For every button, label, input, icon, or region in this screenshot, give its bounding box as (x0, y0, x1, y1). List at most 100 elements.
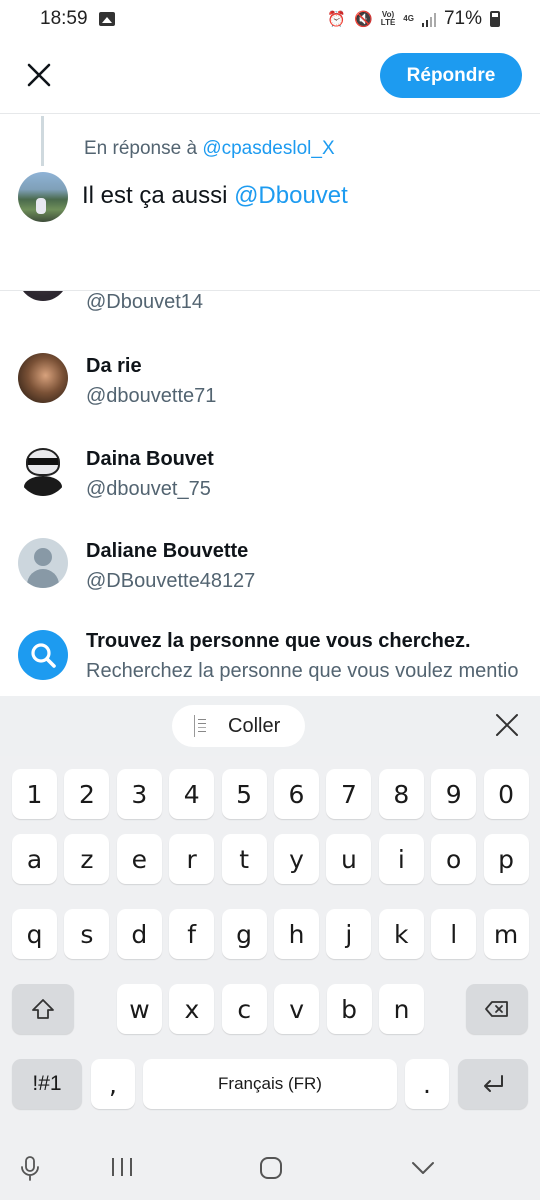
close-button[interactable] (22, 58, 56, 92)
backspace-icon (485, 1001, 508, 1017)
space-key[interactable]: Français (FR) (143, 1059, 397, 1109)
shift-icon (32, 999, 54, 1019)
suggestion-name: Daliane Bouvette (86, 540, 249, 562)
network-gen-indicator: 4G (403, 14, 414, 23)
key-m[interactable]: m (483, 909, 529, 959)
key-j[interactable]: j (326, 909, 372, 959)
key-b[interactable]: b (326, 984, 372, 1034)
close-icon (27, 63, 51, 87)
recent-apps-icon[interactable] (110, 1156, 134, 1178)
paste-label: Coller (228, 715, 281, 737)
chevron-down-icon[interactable] (410, 1156, 436, 1180)
suggestion-handle: @dbouvette71 (86, 385, 217, 407)
comma-key[interactable]: , (91, 1059, 135, 1109)
keyboard: Coller 1234567890 azertyuiop qsdfghjklm … (0, 696, 540, 1136)
tweet-input[interactable]: Il est ça aussi @Dbouvet (82, 182, 348, 210)
suggestion-item[interactable]: Da rie @dbouvette71 (0, 343, 540, 435)
key-s[interactable]: s (64, 909, 110, 959)
status-indicators: ⏰ 🔇 Vo) LTE 4G 71% (327, 8, 500, 30)
status-bar: 18:59 ⏰ 🔇 Vo) LTE 4G 71% (0, 0, 540, 40)
key-k[interactable]: k (378, 909, 424, 959)
period-key[interactable]: . (405, 1059, 449, 1109)
suggestion-handle: @dbouvet_75 (86, 478, 211, 500)
shift-key[interactable] (12, 984, 74, 1034)
clipboard-thumbnail-icon (194, 715, 208, 737)
suggestion-item[interactable]: Daliane Bouvette @DBouvette48127 (0, 528, 540, 620)
key-8[interactable]: 8 (378, 769, 424, 819)
replying-to[interactable]: En réponse à @cpasdeslol_X (84, 138, 335, 160)
suggestion-name: Da rie (86, 355, 142, 377)
key-3[interactable]: 3 (116, 769, 162, 819)
search-icon (18, 630, 68, 680)
key-9[interactable]: 9 (431, 769, 477, 819)
symbols-key[interactable]: !#1 (12, 1059, 82, 1109)
key-c[interactable]: c (221, 984, 267, 1034)
backspace-key[interactable] (466, 984, 528, 1034)
suggestion-name: Daina Bouvet (86, 448, 214, 470)
system-nav-bar (0, 1136, 540, 1200)
my-avatar (18, 172, 68, 222)
thread-line (41, 116, 44, 166)
gallery-notification-icon (99, 12, 115, 26)
signal-icon (421, 12, 436, 27)
search-people-title: Trouvez la personne que vous cherchez. (86, 630, 471, 652)
status-time: 18:59 (40, 8, 88, 29)
key-v[interactable]: v (274, 984, 320, 1034)
key-h[interactable]: h (274, 909, 319, 959)
key-r[interactable]: r (169, 834, 215, 884)
key-l[interactable]: l (431, 909, 477, 959)
replying-handle[interactable]: @cpasdeslol_X (202, 138, 334, 159)
key-i[interactable]: i (378, 834, 424, 884)
key-f[interactable]: f (169, 909, 215, 959)
suggestion-item[interactable]: Daina Bouvet @dbouvet_75 (0, 436, 540, 528)
enter-icon (484, 1075, 503, 1092)
alarm-icon: ⏰ (327, 10, 347, 28)
key-z[interactable]: z (64, 834, 110, 884)
reply-button[interactable]: Répondre (380, 53, 522, 98)
battery-percent: 71% (443, 8, 482, 29)
search-people-subtitle: Recherchez la personne que vous voulez m… (86, 660, 519, 682)
key-2[interactable]: 2 (64, 769, 110, 819)
compose-header: Répondre (0, 40, 540, 114)
suggestion-handle: @Dbouvet14 (86, 291, 204, 313)
key-7[interactable]: 7 (326, 769, 372, 819)
search-people-item[interactable]: Trouvez la personne que vous cherchez. R… (0, 620, 540, 695)
home-icon[interactable] (259, 1156, 283, 1180)
key-n[interactable]: n (379, 984, 424, 1034)
key-6[interactable]: 6 (274, 769, 319, 819)
mute-icon: 🔇 (354, 10, 373, 28)
key-u[interactable]: u (326, 834, 372, 884)
battery-icon (490, 11, 500, 27)
paste-chip[interactable]: Coller (172, 705, 305, 747)
key-g[interactable]: g (221, 909, 267, 959)
avatar (18, 291, 68, 301)
volte-indicator: Vo) LTE (380, 10, 396, 27)
key-a[interactable]: a (12, 834, 57, 884)
key-p[interactable]: p (483, 834, 529, 884)
default-avatar-icon (18, 538, 68, 588)
key-1[interactable]: 1 (12, 769, 57, 819)
key-t[interactable]: t (221, 834, 267, 884)
key-4[interactable]: 4 (169, 769, 215, 819)
microphone-icon[interactable] (18, 1154, 42, 1182)
key-q[interactable]: q (12, 909, 57, 959)
key-5[interactable]: 5 (221, 769, 267, 819)
mention-suggestions: @Dbouvet14 Da rie @dbouvette71 Daina Bou… (0, 291, 540, 695)
suggestion-item[interactable]: @Dbouvet14 (0, 291, 540, 343)
key-w[interactable]: w (117, 984, 162, 1034)
enter-key[interactable] (458, 1059, 528, 1109)
keyboard-toolbar-close-button[interactable] (494, 712, 520, 738)
key-d[interactable]: d (116, 909, 162, 959)
keyboard-toolbar: Coller (0, 696, 540, 756)
key-e[interactable]: e (116, 834, 162, 884)
avatar (18, 446, 68, 496)
tweet-text-plain: Il est ça aussi (82, 182, 235, 209)
key-0[interactable]: 0 (483, 769, 529, 819)
tweet-text-mention: @Dbouvet (234, 182, 348, 209)
suggestion-handle: @DBouvette48127 (86, 570, 256, 592)
key-x[interactable]: x (169, 984, 215, 1034)
key-o[interactable]: o (431, 834, 477, 884)
key-y[interactable]: y (274, 834, 319, 884)
avatar (18, 353, 68, 403)
replying-prefix: En réponse à (84, 138, 203, 159)
